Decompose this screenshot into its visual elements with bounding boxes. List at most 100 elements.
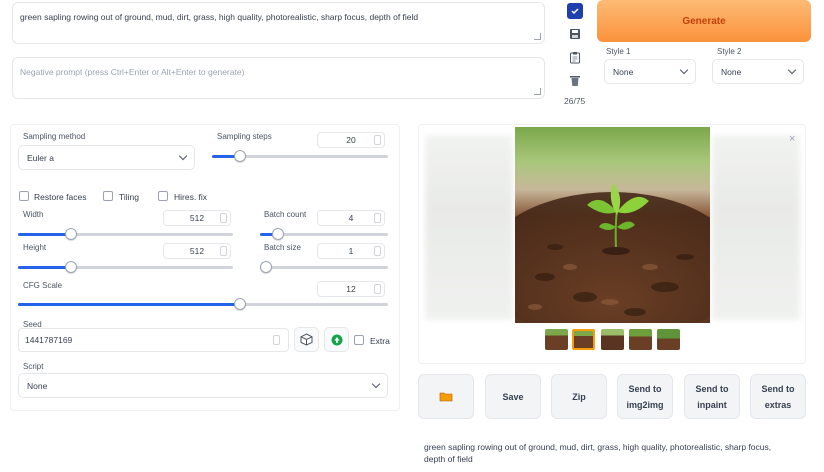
hires-fix-checkbox[interactable] (158, 191, 168, 201)
hires-fix-label: Hires. fix (174, 192, 208, 202)
spinner-icon[interactable] (374, 284, 381, 294)
restore-faces-label: Restore faces (34, 192, 87, 202)
spinner-icon[interactable] (374, 135, 381, 145)
batch-size-value: 1 (348, 246, 354, 256)
resize-handle[interactable] (534, 33, 541, 40)
blurred-gallery-right (712, 135, 800, 320)
trash-icon (570, 75, 580, 86)
sampling-method-value: Euler a (27, 152, 54, 163)
save-style-button[interactable] (567, 26, 583, 42)
negative-prompt-input[interactable]: Negative prompt (press Ctrl+Enter or Alt… (12, 57, 545, 99)
style1-label: Style 1 (606, 47, 631, 56)
check-icon (571, 8, 579, 15)
img2img-line2: img2img (626, 399, 664, 410)
clipboard-button[interactable] (567, 49, 583, 65)
spinner-icon[interactable] (273, 335, 280, 345)
sampling-method-select[interactable]: Euler a (18, 145, 195, 170)
zip-button[interactable]: Zip (551, 374, 607, 419)
prompt-text: green sapling rowing out of ground, mud,… (20, 12, 419, 22)
save-button[interactable]: Save (485, 374, 541, 419)
cfg-scale-input[interactable]: 12 (317, 281, 385, 297)
cfg-scale-slider-thumb[interactable] (234, 298, 246, 310)
batch-count-value: 4 (348, 213, 354, 223)
token-counter: 26/75 (564, 96, 586, 106)
seed-value: 1441787169 (25, 335, 73, 345)
send-to-inpaint-button[interactable]: Send to inpaint (684, 374, 740, 419)
blurred-gallery-left (425, 135, 513, 320)
spinner-icon[interactable] (220, 246, 227, 256)
width-fill (18, 233, 71, 236)
send-to-img2img-button[interactable]: Send to img2img (617, 374, 673, 419)
generation-info: green sapling rowing out of ground, mud,… (424, 441, 814, 465)
batch-count-input[interactable]: 4 (317, 210, 385, 226)
send-to-extras-button[interactable]: Send to extras (750, 374, 806, 419)
generated-image[interactable] (515, 127, 710, 323)
checkmark-button[interactable] (567, 3, 583, 19)
seed-input[interactable]: 1441787169 (18, 328, 289, 352)
restore-faces-checkbox[interactable] (19, 191, 29, 201)
generation-info-line1: green sapling rowing out of ground, mud,… (424, 442, 772, 452)
batch-count-label: Batch count (264, 210, 307, 219)
open-folder-button[interactable] (418, 374, 474, 419)
style1-select[interactable]: None (604, 59, 696, 84)
width-input[interactable]: 512 (163, 210, 231, 226)
style2-select[interactable]: None (712, 59, 804, 84)
close-icon[interactable]: × (789, 133, 795, 145)
batch-count-slider-thumb[interactable] (272, 228, 284, 240)
img2img-line1: Send to (628, 383, 662, 394)
extra-seed-label: Extra (370, 336, 390, 346)
sampling-steps-label: Sampling steps (217, 132, 272, 141)
batch-size-label: Batch size (264, 243, 301, 252)
thumbnail-3[interactable] (601, 329, 624, 350)
save-label: Save (502, 391, 524, 402)
batch-size-slider-thumb[interactable] (260, 261, 272, 273)
sampling-steps-slider-thumb[interactable] (234, 150, 246, 162)
spinner-icon[interactable] (374, 246, 381, 256)
sampling-method-label: Sampling method (23, 132, 86, 141)
tiling-checkbox[interactable] (103, 191, 113, 201)
chevron-down-icon (371, 379, 381, 389)
random-seed-button[interactable] (294, 327, 319, 352)
extras-line1: Send to (761, 383, 795, 394)
script-select[interactable]: None (18, 373, 388, 398)
width-slider-thumb[interactable] (65, 228, 77, 240)
spinner-icon[interactable] (374, 213, 381, 223)
generation-info-line2: depth of field (424, 454, 473, 464)
generate-button[interactable]: Generate (597, 0, 811, 42)
sampling-steps-input[interactable]: 20 (317, 132, 385, 148)
extra-seed-checkbox[interactable] (354, 335, 364, 345)
thumbnail-1[interactable] (545, 329, 568, 350)
width-value: 512 (189, 213, 205, 223)
prompt-input[interactable]: green sapling rowing out of ground, mud,… (12, 2, 545, 44)
dice-icon (300, 333, 313, 346)
style2-label: Style 2 (717, 47, 742, 56)
height-label: Height (23, 243, 47, 252)
extras-line2: extras (764, 399, 792, 410)
cfg-scale-fill (18, 303, 240, 306)
thumbnail-4[interactable] (629, 329, 652, 350)
inpaint-line2: inpaint (697, 399, 727, 410)
width-label: Width (23, 210, 44, 219)
cfg-scale-value: 12 (346, 284, 356, 294)
height-input[interactable]: 512 (163, 243, 231, 259)
height-slider-thumb[interactable] (65, 261, 77, 273)
height-value: 512 (189, 246, 205, 256)
zip-label: Zip (572, 391, 586, 402)
sapling-image (515, 127, 710, 323)
cfg-scale-label: CFG Scale (23, 281, 63, 290)
floppy-disk-icon (570, 29, 580, 39)
trash-button[interactable] (567, 72, 583, 88)
negative-prompt-placeholder: Negative prompt (press Ctrl+Enter or Alt… (20, 67, 245, 77)
reuse-seed-button[interactable] (324, 327, 349, 352)
spinner-icon[interactable] (220, 213, 227, 223)
thumbnail-5[interactable] (657, 329, 680, 350)
batch-size-track[interactable] (260, 266, 388, 269)
style2-value: None (721, 66, 742, 77)
recycle-icon (331, 334, 342, 345)
thumbnail-2[interactable] (572, 329, 595, 350)
script-label: Script (23, 362, 44, 371)
style1-value: None (613, 66, 634, 77)
resize-handle[interactable] (534, 88, 541, 95)
chevron-down-icon (787, 65, 797, 75)
batch-size-input[interactable]: 1 (317, 243, 385, 259)
